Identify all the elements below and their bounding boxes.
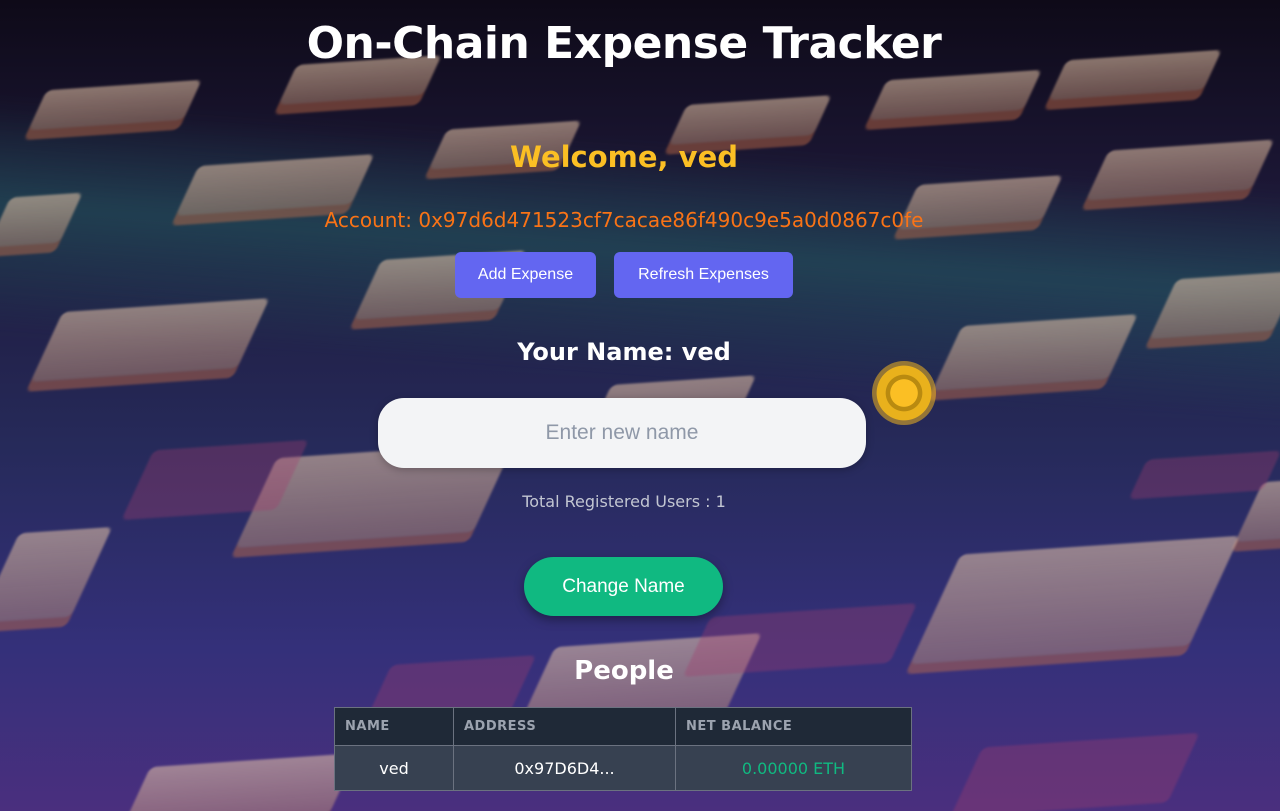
person-address: 0x97D6D4... [453, 745, 676, 791]
column-header-address: ADDRESS [453, 707, 676, 746]
add-expense-button[interactable]: Add Expense [455, 252, 596, 298]
change-name-button[interactable]: Change Name [524, 557, 723, 616]
table-header-row: NAME ADDRESS NET BALANCE [334, 707, 912, 746]
people-table: NAME ADDRESS NET BALANCE ved 0x97D6D4...… [334, 707, 912, 791]
background-tile [0, 526, 113, 624]
person-balance: 0.00000 ETH [675, 745, 912, 791]
action-buttons: Add Expense Refresh Expenses [455, 252, 793, 298]
background-tile [668, 95, 832, 145]
background-tile [122, 753, 358, 811]
refresh-expenses-button[interactable]: Refresh Expenses [614, 252, 793, 298]
people-heading: People [574, 656, 674, 686]
your-name-heading: Your Name: ved [517, 338, 731, 366]
total-users-text: Total Registered Users : 1 [522, 492, 726, 511]
welcome-heading: Welcome, ved [509, 140, 738, 174]
column-header-name: NAME [334, 707, 454, 746]
column-header-balance: NET BALANCE [675, 707, 912, 746]
background-tile [950, 732, 1200, 811]
account-address: Account: 0x97d6d471523cf7cacae86f490c9e5… [324, 208, 924, 232]
person-name: ved [334, 745, 454, 791]
background-tile [868, 69, 1042, 121]
new-name-input[interactable] [378, 398, 866, 468]
background-tile [909, 535, 1241, 665]
page-title: On-Chain Expense Tracker [306, 18, 942, 69]
coin-icon [872, 361, 936, 425]
table-row: ved 0x97D6D4... 0.00000 ETH [334, 745, 912, 791]
